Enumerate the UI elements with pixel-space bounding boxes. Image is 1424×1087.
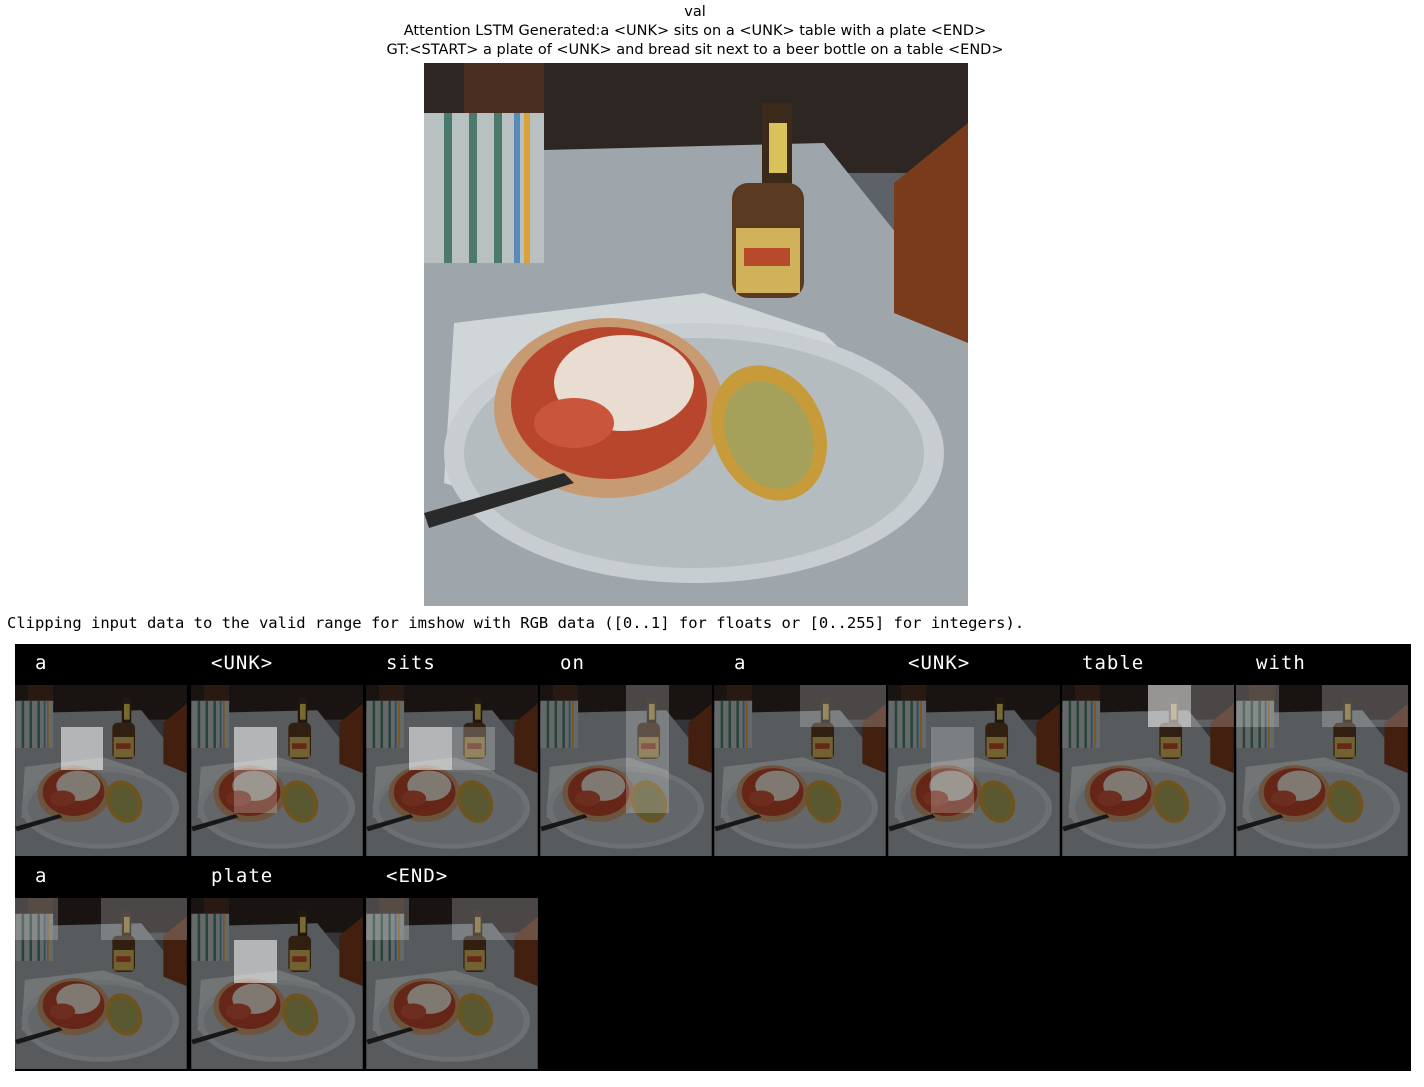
attention-focus-region: [366, 898, 409, 940]
imshow-clipping-warning: Clipping input data to the valid range f…: [7, 614, 1025, 632]
figure-title-block: val Attention LSTM Generated:a <UNK> sit…: [0, 3, 1390, 60]
attention-word: <UNK>: [908, 652, 971, 674]
attention-visualization-grid: a <UNK> sits on a <UNK> table with a pla…: [15, 644, 1411, 1071]
attention-map: [888, 685, 1060, 856]
attention-step: <END>: [366, 857, 538, 1070]
attention-word: with: [1256, 652, 1306, 674]
attention-map: [366, 898, 538, 1069]
attention-map: [191, 898, 363, 1069]
main-input-image: [424, 63, 968, 606]
attention-step: a: [15, 644, 187, 857]
attention-focus-region: [452, 727, 495, 770]
attention-focus-region: [61, 727, 103, 770]
attention-step: <UNK>: [191, 644, 363, 857]
attention-map: [1062, 685, 1234, 856]
attention-focus-region: [234, 770, 277, 813]
attention-word: table: [1082, 652, 1145, 674]
ground-truth-caption: GT:<START> a plate of <UNK> and bread si…: [386, 42, 1004, 58]
attention-focus-region: [1322, 685, 1408, 727]
split-label: val: [684, 4, 706, 20]
attention-step: table: [1062, 644, 1234, 857]
attention-step: plate: [191, 857, 363, 1070]
attention-word: <UNK>: [211, 652, 274, 674]
attention-focus-region: [234, 727, 277, 770]
attention-step: <UNK>: [888, 644, 1060, 857]
attention-focus-region: [800, 685, 886, 727]
attention-focus-region: [1236, 685, 1279, 727]
attention-focus-region: [1191, 685, 1234, 727]
attention-step: a: [15, 857, 187, 1070]
attention-step: a: [714, 644, 886, 857]
attention-map: [1236, 685, 1408, 856]
attention-map: [15, 685, 187, 856]
attention-focus-region: [626, 685, 669, 813]
attention-step: sits: [366, 644, 538, 857]
generated-caption: Attention LSTM Generated:a <UNK> sits on…: [403, 23, 987, 39]
attention-focus-region: [1148, 685, 1191, 727]
attention-map: [540, 685, 712, 856]
attention-step: with: [1236, 644, 1408, 857]
attention-map: [714, 685, 886, 856]
attention-word: a: [734, 652, 747, 674]
attention-word: <END>: [386, 865, 449, 887]
attention-focus-region: [452, 898, 538, 940]
attention-word: a: [35, 865, 48, 887]
attention-focus-region: [409, 727, 452, 770]
attention-map: [15, 898, 187, 1069]
attention-word: on: [560, 652, 585, 674]
attention-step: on: [540, 644, 712, 857]
attention-map: [366, 685, 538, 856]
attention-word: plate: [211, 865, 274, 887]
attention-focus-region: [101, 898, 187, 940]
attention-focus-region: [234, 940, 277, 983]
attention-map: [191, 685, 363, 856]
attention-focus-region: [15, 898, 58, 940]
attention-word: a: [35, 652, 48, 674]
scene-photo: [424, 63, 968, 606]
attention-word: sits: [386, 652, 436, 674]
attention-focus-region: [931, 727, 974, 813]
